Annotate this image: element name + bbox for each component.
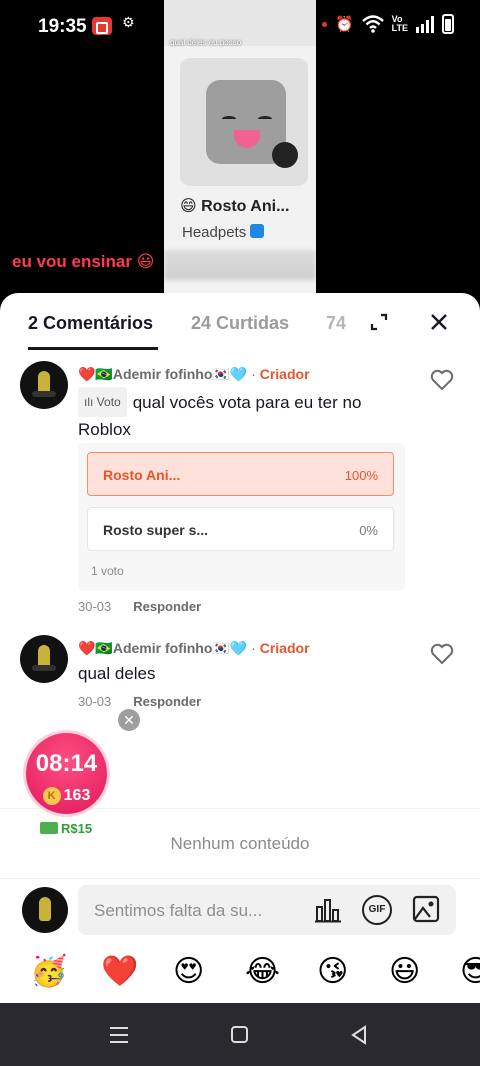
- poll-option[interactable]: Rosto super s... 0%: [87, 507, 394, 551]
- face-badge-icon: [272, 142, 298, 168]
- emoji-button[interactable]: 🥳: [30, 952, 67, 992]
- tab-bar: 2 Comentários 24 Curtidas 74: [0, 293, 480, 351]
- status-time: 19:35: [38, 16, 87, 37]
- preview-subtitle: Headpets: [182, 224, 265, 241]
- timer-coins: K 163: [26, 787, 107, 805]
- comment-meta: 30-03 Responder: [78, 694, 201, 709]
- timer-close-icon[interactable]: ✕: [118, 709, 140, 731]
- poll: Rosto Ani... 100% Rosto super s... 0% 1 …: [78, 443, 405, 591]
- empty-state-text: Nenhum conteúdo: [170, 834, 310, 853]
- preview-item-card: [180, 58, 308, 186]
- video-caption: eu vou ensinar 😃: [12, 252, 155, 271]
- money-icon: [40, 822, 58, 834]
- status-bar: 19:35 ⚙ ⏰ Vo LTE: [0, 0, 480, 52]
- vote-tag: ılı Voto: [78, 387, 127, 417]
- emoji-button[interactable]: ❤️: [101, 952, 138, 992]
- home-icon[interactable]: [231, 1026, 248, 1043]
- preview-title: 😄 Rosto Ani...: [180, 198, 290, 215]
- wifi-icon: [361, 15, 384, 33]
- timer-time: 08:14: [35, 750, 98, 777]
- poll-chart-icon[interactable]: [314, 897, 342, 923]
- expand-icon[interactable]: [370, 313, 388, 331]
- recent-apps-icon[interactable]: [110, 1027, 128, 1043]
- signal-icon: [416, 15, 434, 33]
- reply-button[interactable]: Responder: [133, 694, 201, 709]
- comment-date: 30-03: [78, 599, 112, 614]
- avatar[interactable]: [20, 361, 68, 409]
- tab-likes[interactable]: 24 Curtidas: [191, 313, 289, 334]
- input-placeholder: Sentimos falta da su...: [94, 901, 263, 920]
- avatar[interactable]: [20, 635, 68, 683]
- alarm-icon: ⏰: [334, 16, 354, 33]
- comment-username[interactable]: ❤️🇧🇷Ademir fofinho🇰🇷🩵 · Criador: [78, 366, 310, 383]
- gif-icon[interactable]: GIF: [362, 895, 392, 925]
- comment-username[interactable]: ❤️🇧🇷Ademir fofinho🇰🇷🩵 · Criador: [78, 640, 310, 657]
- comment-meta: 30-03 Responder: [78, 599, 201, 614]
- notification-dot-icon: [321, 21, 327, 27]
- comment-input[interactable]: Sentimos falta da su... GIF: [78, 885, 456, 935]
- comments-sheet: 2 Comentários 24 Curtidas 74 ❤️🇧🇷Ademir …: [0, 293, 480, 1003]
- poll-option[interactable]: Rosto Ani... 100%: [87, 452, 394, 496]
- tab-more[interactable]: 74: [326, 313, 346, 334]
- reward-label: R$15: [40, 821, 92, 836]
- reply-button[interactable]: Responder: [133, 599, 201, 614]
- tab-comments[interactable]: 2 Comentários: [28, 313, 153, 334]
- preview-blur: [164, 250, 316, 280]
- close-icon[interactable]: [428, 311, 450, 333]
- comment-text: ılı Voto qual vocês vota para eu ter no R…: [78, 387, 408, 443]
- battery-icon: [442, 14, 454, 34]
- heart-icon[interactable]: [430, 643, 454, 665]
- image-icon[interactable]: [412, 895, 440, 923]
- verified-icon: [250, 224, 265, 238]
- avatar: [22, 887, 68, 933]
- timer-widget[interactable]: 08:14 K 163: [23, 730, 110, 817]
- comment-date: 30-03: [78, 694, 112, 709]
- creator-badge: Criador: [259, 640, 310, 656]
- tab-underline: [28, 347, 158, 350]
- emoji-button[interactable]: 😘: [317, 952, 348, 992]
- coin-icon: K: [42, 787, 61, 805]
- emoji-button[interactable]: 😃: [389, 952, 420, 992]
- comment-input-row: Sentimos falta da su... GIF: [0, 878, 480, 940]
- emoji-button[interactable]: 😍: [173, 952, 204, 992]
- navigation-bar: [0, 1003, 480, 1066]
- heart-icon[interactable]: [430, 369, 454, 391]
- emoji-row: 🥳 ❤️ 😍 😂 😘 😃 😎: [0, 948, 480, 996]
- gear-icon: ⚙: [122, 14, 135, 30]
- back-icon[interactable]: [350, 1025, 368, 1045]
- comment-text: qual deles: [78, 664, 156, 683]
- creator-badge: Criador: [259, 366, 310, 382]
- emoji-button[interactable]: 😎: [460, 952, 480, 992]
- volte-icon: Vo LTE: [391, 14, 408, 33]
- poll-vote-count: 1 voto: [91, 564, 124, 578]
- emoji-button[interactable]: 😂: [245, 952, 280, 992]
- video-record-icon: [92, 17, 112, 35]
